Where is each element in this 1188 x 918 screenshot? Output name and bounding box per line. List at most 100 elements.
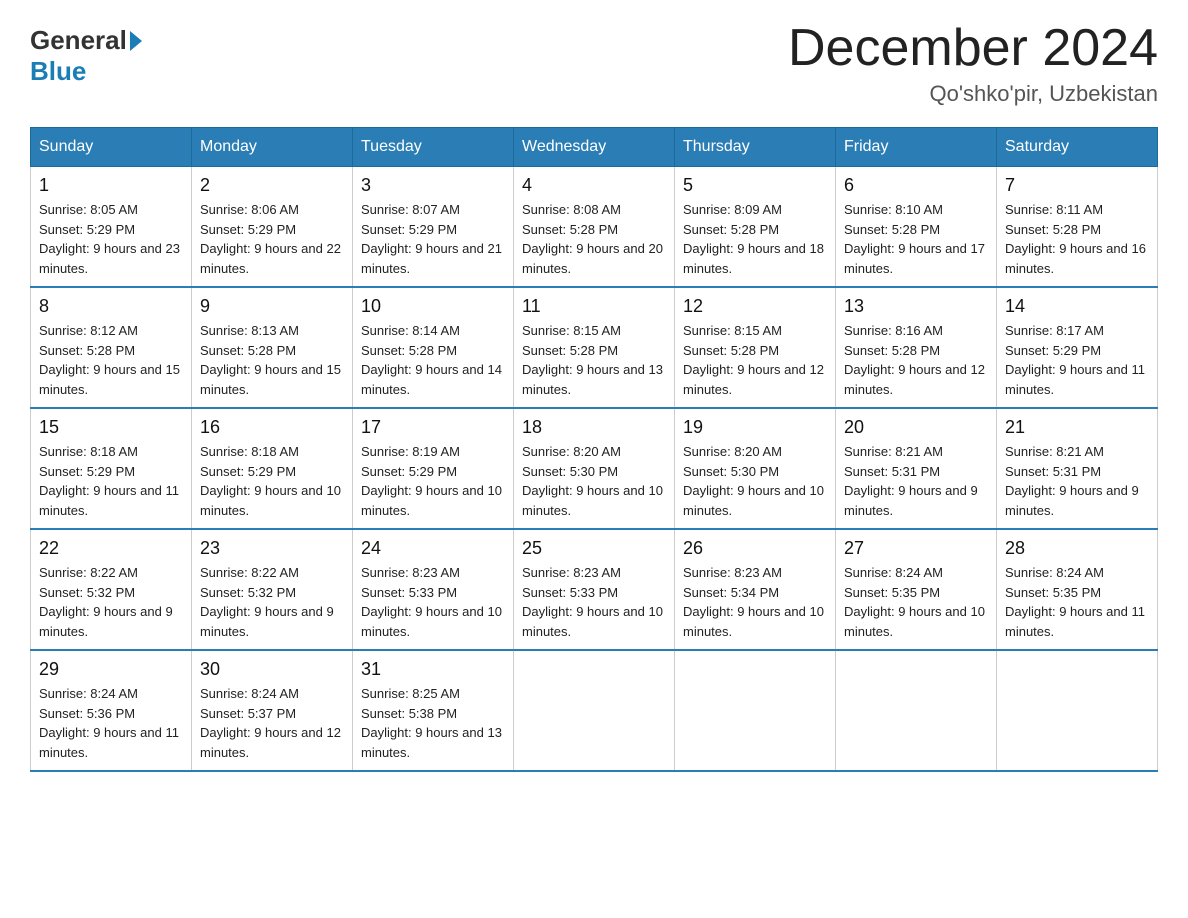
day-number: 15 xyxy=(39,417,183,438)
calendar-day-cell: 1 Sunrise: 8:05 AMSunset: 5:29 PMDaylight… xyxy=(31,167,192,288)
calendar-day-cell: 28 Sunrise: 8:24 AMSunset: 5:35 PMDayligh… xyxy=(997,529,1158,650)
day-number: 14 xyxy=(1005,296,1149,317)
calendar-day-cell: 31 Sunrise: 8:25 AMSunset: 5:38 PMDayligh… xyxy=(353,650,514,771)
day-number: 3 xyxy=(361,175,505,196)
day-info: Sunrise: 8:25 AMSunset: 5:38 PMDaylight:… xyxy=(361,684,505,762)
day-info: Sunrise: 8:23 AMSunset: 5:33 PMDaylight:… xyxy=(522,563,666,641)
day-number: 19 xyxy=(683,417,827,438)
calendar-day-cell: 22 Sunrise: 8:22 AMSunset: 5:32 PMDayligh… xyxy=(31,529,192,650)
day-number: 6 xyxy=(844,175,988,196)
weekday-header-tuesday: Tuesday xyxy=(353,128,514,167)
weekday-header-row: SundayMondayTuesdayWednesdayThursdayFrid… xyxy=(31,128,1158,167)
day-number: 22 xyxy=(39,538,183,559)
day-number: 5 xyxy=(683,175,827,196)
calendar-day-cell xyxy=(675,650,836,771)
day-info: Sunrise: 8:18 AMSunset: 5:29 PMDaylight:… xyxy=(39,442,183,520)
page-header: General Blue December 2024 Qo'shko'pir, … xyxy=(30,20,1158,107)
calendar-day-cell xyxy=(997,650,1158,771)
calendar-day-cell: 7 Sunrise: 8:11 AMSunset: 5:28 PMDaylight… xyxy=(997,167,1158,288)
day-number: 25 xyxy=(522,538,666,559)
logo-blue-text: Blue xyxy=(30,56,86,86)
day-info: Sunrise: 8:19 AMSunset: 5:29 PMDaylight:… xyxy=(361,442,505,520)
calendar-week-row: 29Sunrise: 8:24 AMSunset: 5:36 PMDayligh… xyxy=(31,650,1158,771)
calendar-week-row: 8 Sunrise: 8:12 AMSunset: 5:28 PMDaylight… xyxy=(31,287,1158,408)
day-info: Sunrise: 8:15 AMSunset: 5:28 PMDaylight:… xyxy=(683,321,827,399)
day-info: Sunrise: 8:15 AMSunset: 5:28 PMDaylight:… xyxy=(522,321,666,399)
day-info: Sunrise: 8:23 AMSunset: 5:34 PMDaylight:… xyxy=(683,563,827,641)
day-number: 23 xyxy=(200,538,344,559)
day-number: 10 xyxy=(361,296,505,317)
calendar-day-cell: 20 Sunrise: 8:21 AMSunset: 5:31 PMDayligh… xyxy=(836,408,997,529)
day-number: 18 xyxy=(522,417,666,438)
calendar-day-cell: 18 Sunrise: 8:20 AMSunset: 5:30 PMDayligh… xyxy=(514,408,675,529)
calendar-day-cell: 15 Sunrise: 8:18 AMSunset: 5:29 PMDayligh… xyxy=(31,408,192,529)
calendar-day-cell: 24Sunrise: 8:23 AMSunset: 5:33 PMDayligh… xyxy=(353,529,514,650)
month-title: December 2024 xyxy=(788,20,1158,77)
day-info: Sunrise: 8:24 AMSunset: 5:35 PMDaylight:… xyxy=(1005,563,1149,641)
day-info: Sunrise: 8:21 AMSunset: 5:31 PMDaylight:… xyxy=(1005,442,1149,520)
day-info: Sunrise: 8:24 AMSunset: 5:35 PMDaylight:… xyxy=(844,563,988,641)
calendar-day-cell: 4Sunrise: 8:08 AMSunset: 5:28 PMDaylight… xyxy=(514,167,675,288)
calendar-day-cell: 13 Sunrise: 8:16 AMSunset: 5:28 PMDayligh… xyxy=(836,287,997,408)
calendar-week-row: 22 Sunrise: 8:22 AMSunset: 5:32 PMDayligh… xyxy=(31,529,1158,650)
calendar-day-cell: 8 Sunrise: 8:12 AMSunset: 5:28 PMDaylight… xyxy=(31,287,192,408)
calendar-day-cell: 23Sunrise: 8:22 AMSunset: 5:32 PMDayligh… xyxy=(192,529,353,650)
calendar-day-cell: 6Sunrise: 8:10 AMSunset: 5:28 PMDaylight… xyxy=(836,167,997,288)
day-number: 2 xyxy=(200,175,344,196)
day-number: 29 xyxy=(39,659,183,680)
weekday-header-thursday: Thursday xyxy=(675,128,836,167)
day-number: 7 xyxy=(1005,175,1149,196)
weekday-header-sunday: Sunday xyxy=(31,128,192,167)
day-number: 30 xyxy=(200,659,344,680)
calendar-day-cell: 16 Sunrise: 8:18 AMSunset: 5:29 PMDayligh… xyxy=(192,408,353,529)
calendar-day-cell: 14 Sunrise: 8:17 AMSunset: 5:29 PMDayligh… xyxy=(997,287,1158,408)
calendar-week-row: 15 Sunrise: 8:18 AMSunset: 5:29 PMDayligh… xyxy=(31,408,1158,529)
calendar-day-cell: 11 Sunrise: 8:15 AMSunset: 5:28 PMDayligh… xyxy=(514,287,675,408)
calendar-body: 1 Sunrise: 8:05 AMSunset: 5:29 PMDaylight… xyxy=(31,167,1158,772)
logo-triangle-icon xyxy=(130,31,142,51)
calendar-day-cell: 27 Sunrise: 8:24 AMSunset: 5:35 PMDayligh… xyxy=(836,529,997,650)
logo: General Blue xyxy=(30,20,145,87)
calendar-table: SundayMondayTuesdayWednesdayThursdayFrid… xyxy=(30,127,1158,772)
day-number: 17 xyxy=(361,417,505,438)
day-number: 13 xyxy=(844,296,988,317)
day-info: Sunrise: 8:06 AMSunset: 5:29 PMDaylight:… xyxy=(200,200,344,278)
day-number: 27 xyxy=(844,538,988,559)
day-number: 16 xyxy=(200,417,344,438)
calendar-day-cell: 29Sunrise: 8:24 AMSunset: 5:36 PMDayligh… xyxy=(31,650,192,771)
day-number: 1 xyxy=(39,175,183,196)
day-info: Sunrise: 8:22 AMSunset: 5:32 PMDaylight:… xyxy=(39,563,183,641)
day-number: 31 xyxy=(361,659,505,680)
calendar-day-cell: 30Sunrise: 8:24 AMSunset: 5:37 PMDayligh… xyxy=(192,650,353,771)
day-number: 26 xyxy=(683,538,827,559)
calendar-day-cell: 21 Sunrise: 8:21 AMSunset: 5:31 PMDayligh… xyxy=(997,408,1158,529)
calendar-day-cell: 17 Sunrise: 8:19 AMSunset: 5:29 PMDayligh… xyxy=(353,408,514,529)
weekday-header-monday: Monday xyxy=(192,128,353,167)
day-info: Sunrise: 8:21 AMSunset: 5:31 PMDaylight:… xyxy=(844,442,988,520)
logo-general-text: General xyxy=(30,25,127,56)
day-info: Sunrise: 8:18 AMSunset: 5:29 PMDaylight:… xyxy=(200,442,344,520)
day-info: Sunrise: 8:14 AMSunset: 5:28 PMDaylight:… xyxy=(361,321,505,399)
calendar-day-cell: 2 Sunrise: 8:06 AMSunset: 5:29 PMDaylight… xyxy=(192,167,353,288)
day-info: Sunrise: 8:13 AMSunset: 5:28 PMDaylight:… xyxy=(200,321,344,399)
day-info: Sunrise: 8:09 AMSunset: 5:28 PMDaylight:… xyxy=(683,200,827,278)
day-info: Sunrise: 8:11 AMSunset: 5:28 PMDaylight:… xyxy=(1005,200,1149,278)
day-number: 4 xyxy=(522,175,666,196)
day-number: 11 xyxy=(522,296,666,317)
day-number: 8 xyxy=(39,296,183,317)
day-info: Sunrise: 8:05 AMSunset: 5:29 PMDaylight:… xyxy=(39,200,183,278)
calendar-day-cell: 25 Sunrise: 8:23 AMSunset: 5:33 PMDayligh… xyxy=(514,529,675,650)
title-section: December 2024 Qo'shko'pir, Uzbekistan xyxy=(788,20,1158,107)
day-number: 20 xyxy=(844,417,988,438)
day-info: Sunrise: 8:16 AMSunset: 5:28 PMDaylight:… xyxy=(844,321,988,399)
day-info: Sunrise: 8:23 AMSunset: 5:33 PMDaylight:… xyxy=(361,563,505,641)
day-number: 28 xyxy=(1005,538,1149,559)
day-info: Sunrise: 8:17 AMSunset: 5:29 PMDaylight:… xyxy=(1005,321,1149,399)
weekday-header-saturday: Saturday xyxy=(997,128,1158,167)
day-info: Sunrise: 8:12 AMSunset: 5:28 PMDaylight:… xyxy=(39,321,183,399)
day-number: 21 xyxy=(1005,417,1149,438)
day-info: Sunrise: 8:20 AMSunset: 5:30 PMDaylight:… xyxy=(522,442,666,520)
calendar-day-cell: 5 Sunrise: 8:09 AMSunset: 5:28 PMDaylight… xyxy=(675,167,836,288)
calendar-day-cell: 9Sunrise: 8:13 AMSunset: 5:28 PMDaylight… xyxy=(192,287,353,408)
day-number: 12 xyxy=(683,296,827,317)
